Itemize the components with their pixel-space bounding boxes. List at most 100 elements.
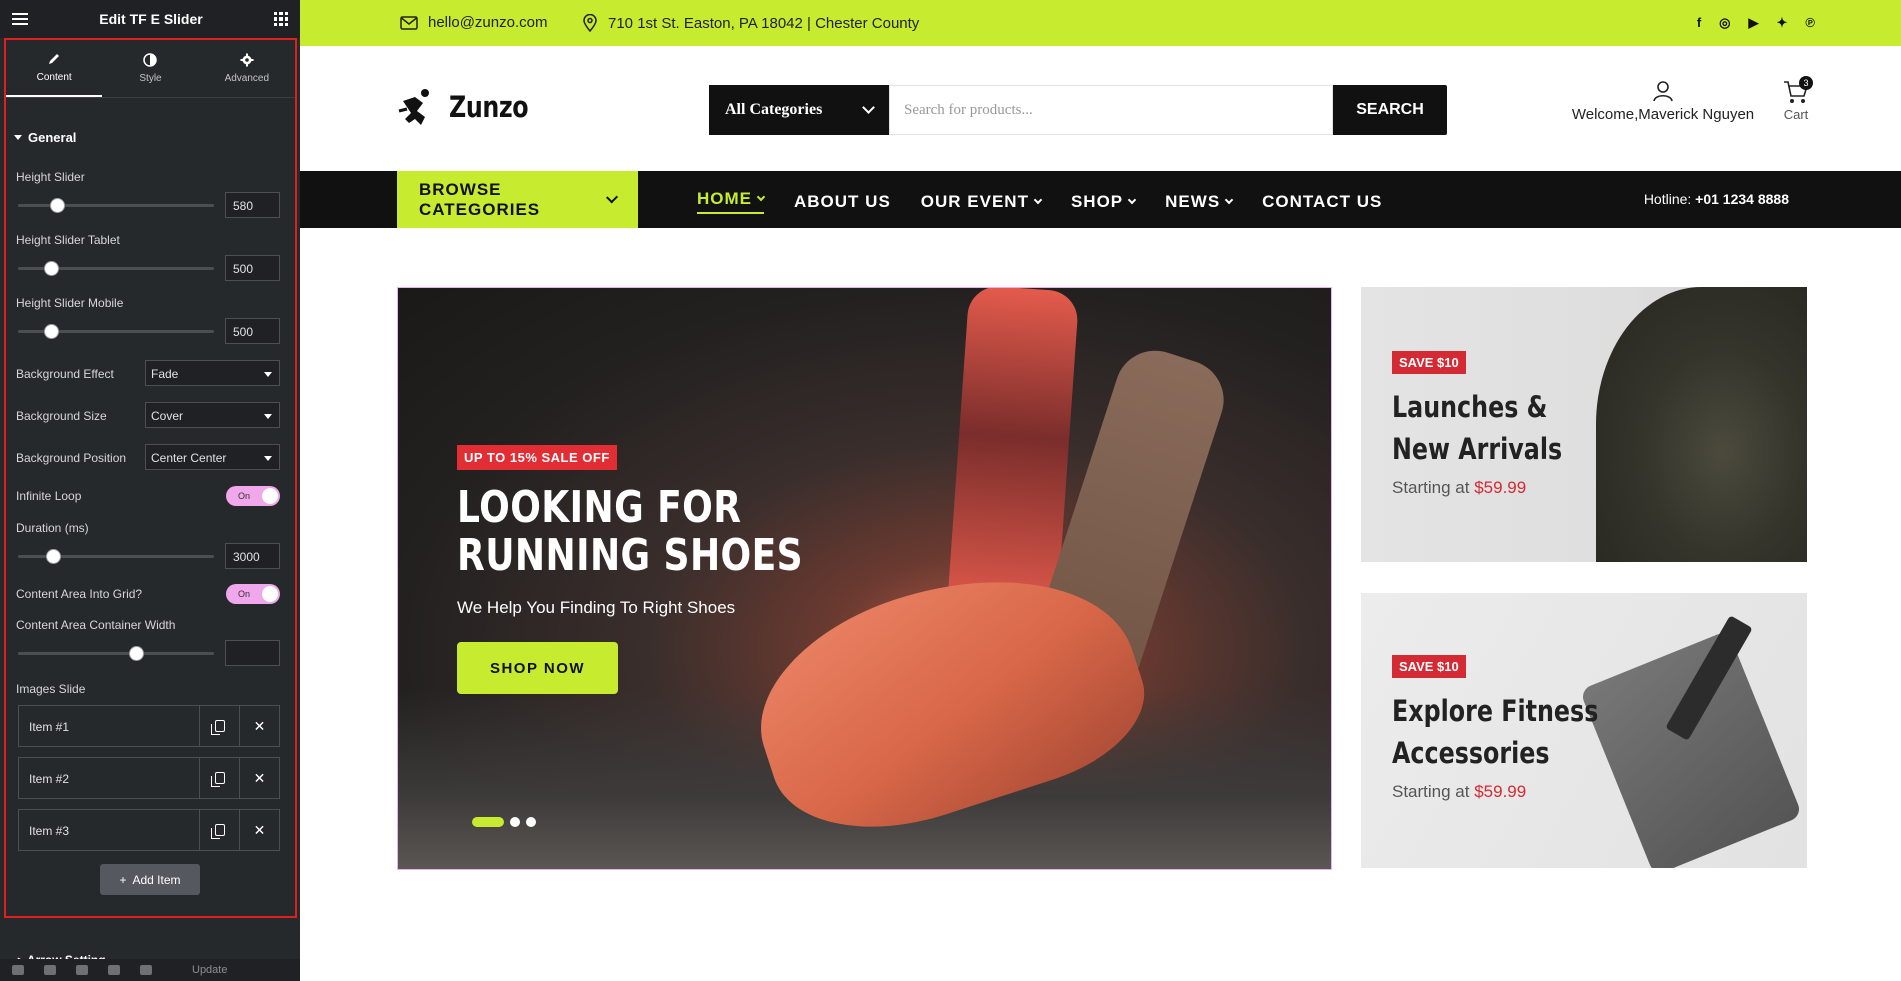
height-slider-mobile-track[interactable] xyxy=(18,324,214,339)
social-links: f ◎ ▶ ✦ ℗ xyxy=(1697,15,1815,31)
nav-item-our-event[interactable]: OUR EVENT xyxy=(921,189,1043,214)
welcome-text: Welcome,Maverick Nguyen xyxy=(1571,106,1755,123)
nav-item-shop[interactable]: SHOP xyxy=(1071,189,1137,214)
hero-subtitle: We Help You Finding To Right Shoes xyxy=(457,598,736,617)
search-input[interactable]: Search for products... xyxy=(889,85,1333,135)
email-link[interactable]: hello@zunzo.com xyxy=(400,14,547,31)
content-grid-toggle[interactable]: On xyxy=(226,584,280,604)
twitter-icon[interactable]: ✦ xyxy=(1777,15,1788,31)
panel-tabs: Content Style Advanced xyxy=(6,40,295,98)
responsive-icon[interactable] xyxy=(108,965,120,975)
background-position-select[interactable]: Center Center xyxy=(145,444,280,470)
panel-header: Edit TF E Slider xyxy=(0,0,300,38)
promo-title: Launches & New Arrivals xyxy=(1392,386,1562,470)
settings-icon[interactable] xyxy=(12,965,24,975)
background-size-select[interactable]: Cover xyxy=(145,402,280,428)
update-button[interactable]: Update xyxy=(192,964,227,976)
section-general-toggle[interactable]: General xyxy=(14,130,76,145)
instagram-icon[interactable]: ◎ xyxy=(1719,15,1730,31)
starting-at-text: Starting at xyxy=(1392,478,1475,497)
tab-content[interactable]: Content xyxy=(6,40,103,97)
sale-tag: UP TO 15% SALE OFF xyxy=(457,445,617,470)
layers-icon[interactable] xyxy=(44,965,56,975)
starting-at-text: Starting at xyxy=(1392,782,1475,801)
email-text: hello@zunzo.com xyxy=(428,14,548,31)
cart-link[interactable]: 3 Cart xyxy=(1776,76,1816,122)
container-width-slider-knob[interactable] xyxy=(128,646,144,661)
address-link[interactable]: 710 1st St. Easton, PA 18042 | Chester C… xyxy=(582,14,919,32)
close-icon: ✕ xyxy=(253,769,266,786)
slider-dot[interactable] xyxy=(526,817,536,827)
account-link[interactable]: Welcome,Maverick Nguyen xyxy=(1568,80,1758,123)
promo-banner-fitness[interactable]: SAVE $10 Explore Fitness Accessories Sta… xyxy=(1361,593,1807,868)
images-slide-label: Images Slide xyxy=(16,682,86,696)
height-slider-input[interactable]: 580 xyxy=(225,192,280,218)
hotline-number: +01 1234 8888 xyxy=(1695,191,1789,207)
promo-banner-launches[interactable]: SAVE $10 Launches & New Arrivals Startin… xyxy=(1361,287,1807,562)
remove-button[interactable]: ✕ xyxy=(239,706,279,746)
pinterest-icon[interactable]: ℗ xyxy=(1805,15,1815,31)
duplicate-button[interactable] xyxy=(199,706,239,746)
infinite-loop-toggle[interactable]: On xyxy=(226,486,280,506)
background-effect-value: Fade xyxy=(151,367,179,381)
tab-advanced[interactable]: Advanced xyxy=(199,40,295,97)
hotline: Hotline: +01 1234 8888 xyxy=(1644,191,1789,207)
height-slider-tablet-label: Height Slider Tablet xyxy=(16,233,120,247)
category-select-value: All Categories xyxy=(725,101,823,118)
height-slider-mobile-input[interactable]: 500 xyxy=(225,318,280,344)
add-item-button[interactable]: + Add Item xyxy=(100,864,200,895)
preview-icon[interactable] xyxy=(140,965,152,975)
search-button[interactable]: SEARCH xyxy=(1333,85,1447,135)
cart-count-badge: 3 xyxy=(1799,76,1813,90)
duplicate-button[interactable] xyxy=(199,758,239,798)
promo-content: SAVE $10 Launches & New Arrivals Startin… xyxy=(1392,351,1600,498)
add-item-label: Add Item xyxy=(132,872,181,887)
history-icon[interactable] xyxy=(76,965,88,975)
site-logo[interactable]: Zunzo xyxy=(397,87,546,127)
container-width-slider-track[interactable] xyxy=(18,646,214,661)
promo-price: $59.99 xyxy=(1474,478,1527,497)
shop-now-button[interactable]: SHOP NOW xyxy=(457,642,618,694)
hamburger-menu-icon[interactable] xyxy=(12,13,28,25)
tab-style[interactable]: Style xyxy=(102,40,198,97)
slider-dot[interactable] xyxy=(510,817,520,827)
nav-item-label: CONTACT US xyxy=(1262,191,1383,211)
nav-item-about-us[interactable]: ABOUT US xyxy=(794,189,891,214)
nav-item-home[interactable]: HOME xyxy=(697,189,766,214)
hoodie-image xyxy=(1596,287,1807,562)
background-size-value: Cover xyxy=(151,409,184,423)
header-main: Zunzo All Categories Search for products… xyxy=(300,46,1901,171)
duplicate-button[interactable] xyxy=(199,810,239,850)
container-width-input[interactable] xyxy=(225,640,280,666)
slider-dot-active[interactable] xyxy=(472,817,504,827)
facebook-icon[interactable]: f xyxy=(1697,15,1701,31)
repeater-item[interactable]: Item #3 ✕ xyxy=(18,809,280,851)
promo-price: $59.99 xyxy=(1474,782,1527,801)
duration-input[interactable]: 3000 xyxy=(225,543,280,569)
youtube-icon[interactable]: ▶ xyxy=(1749,15,1759,31)
height-slider-track[interactable] xyxy=(18,198,214,213)
duration-slider-track[interactable] xyxy=(18,549,214,564)
container-width-label: Content Area Container Width xyxy=(16,618,176,632)
promo-title-line2: Accessories xyxy=(1392,736,1550,770)
caret-down-icon xyxy=(14,135,22,140)
background-effect-select[interactable]: Fade xyxy=(145,360,280,386)
pencil-icon xyxy=(49,54,60,64)
hero-slider[interactable]: UP TO 15% SALE OFF LOOKING FOR RUNNING S… xyxy=(397,287,1332,870)
category-select[interactable]: All Categories xyxy=(709,85,889,135)
repeater-item[interactable]: Item #2 ✕ xyxy=(18,757,280,799)
copy-icon xyxy=(210,720,225,735)
repeater-item[interactable]: Item #1 ✕ xyxy=(18,705,280,747)
top-bar: hello@zunzo.com 710 1st St. Easton, PA 1… xyxy=(300,0,1901,46)
promo-content: SAVE $10 Explore Fitness Accessories Sta… xyxy=(1392,655,1644,802)
remove-button[interactable]: ✕ xyxy=(239,758,279,798)
browse-categories-button[interactable]: BROWSE CATEGORIES xyxy=(397,171,638,228)
plus-icon: + xyxy=(119,872,127,887)
height-slider-tablet-input[interactable]: 500 xyxy=(225,255,280,281)
nav-item-contact-us[interactable]: CONTACT US xyxy=(1262,189,1382,214)
remove-button[interactable]: ✕ xyxy=(239,810,279,850)
save-tag: SAVE $10 xyxy=(1392,351,1466,374)
height-slider-tablet-track[interactable] xyxy=(18,261,214,276)
nav-item-news[interactable]: NEWS xyxy=(1165,189,1234,214)
widgets-grid-icon[interactable] xyxy=(274,12,288,26)
